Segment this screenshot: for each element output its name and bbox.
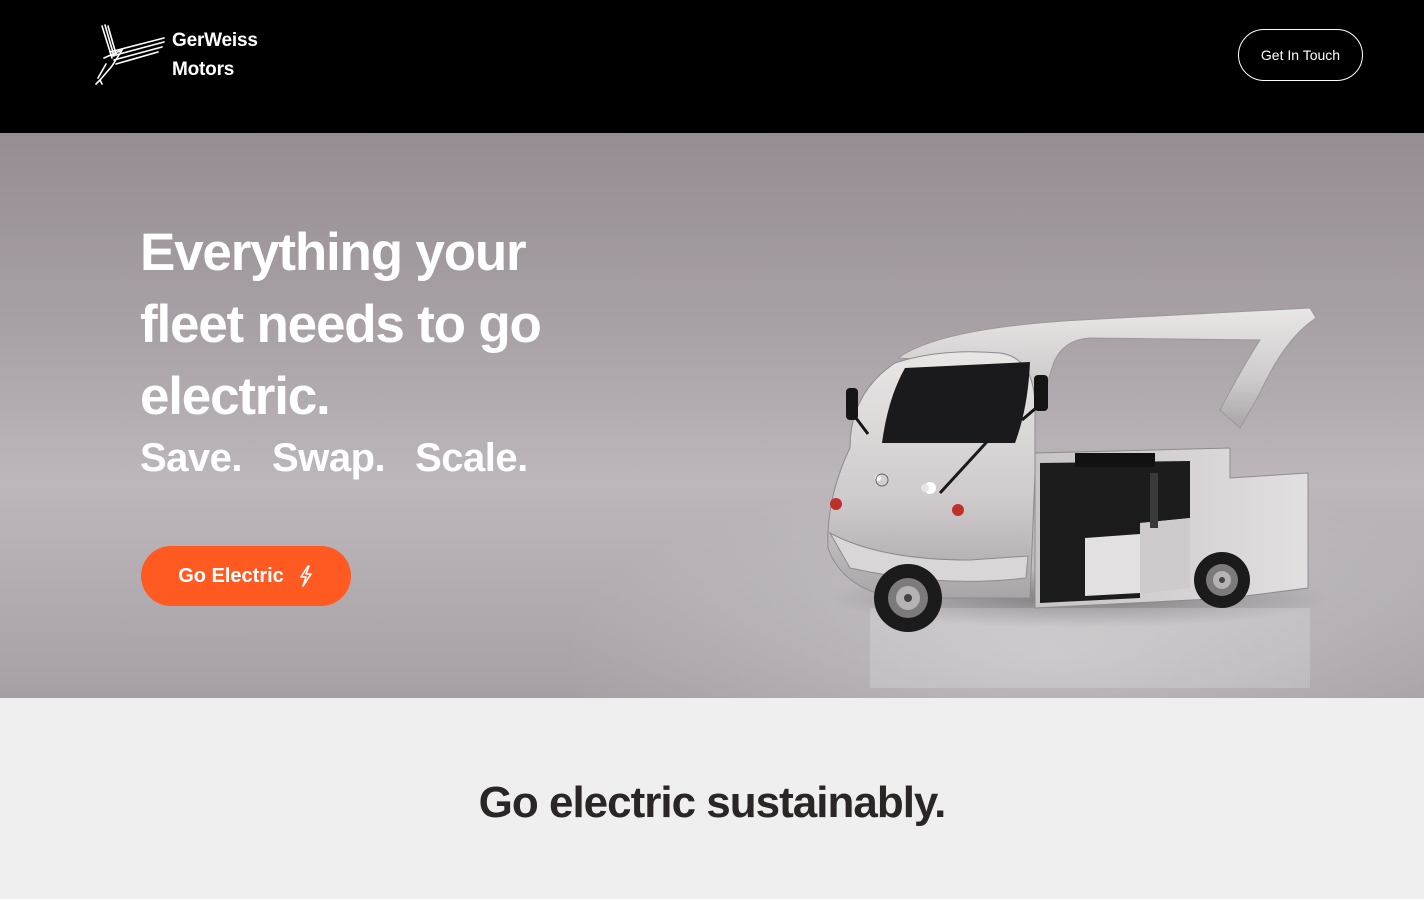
tagline-scale: Scale. xyxy=(415,436,528,480)
site-header: GerWeiss Motors Get In Touch xyxy=(0,0,1424,133)
go-electric-button[interactable]: Go Electric xyxy=(141,546,351,606)
brand-name: GerWeiss Motors xyxy=(172,26,258,84)
lightning-bolt-icon xyxy=(299,565,312,587)
section-title: Go electric sustainably. xyxy=(478,778,947,827)
hero-title: Everything your fleet needs to go electr… xyxy=(140,223,542,426)
electric-rickshaw-image xyxy=(827,307,1330,688)
brand-line-2: Motors xyxy=(172,59,235,80)
sustainability-section: Go electric sustainably. xyxy=(0,698,1424,899)
bird-logo-icon xyxy=(95,24,165,85)
brand[interactable]: GerWeiss Motors xyxy=(92,22,258,86)
get-in-touch-button[interactable]: Get In Touch xyxy=(1238,29,1363,81)
go-electric-label: Go Electric xyxy=(178,564,284,587)
brand-line-1: GerWeiss xyxy=(172,30,258,51)
hero-section: Everything your fleet needs to go electr… xyxy=(0,133,1424,698)
tagline-swap: Swap. xyxy=(272,436,386,480)
hero-tagline: Save. Swap. Scale. xyxy=(140,433,528,483)
tagline-save: Save. xyxy=(140,436,243,480)
